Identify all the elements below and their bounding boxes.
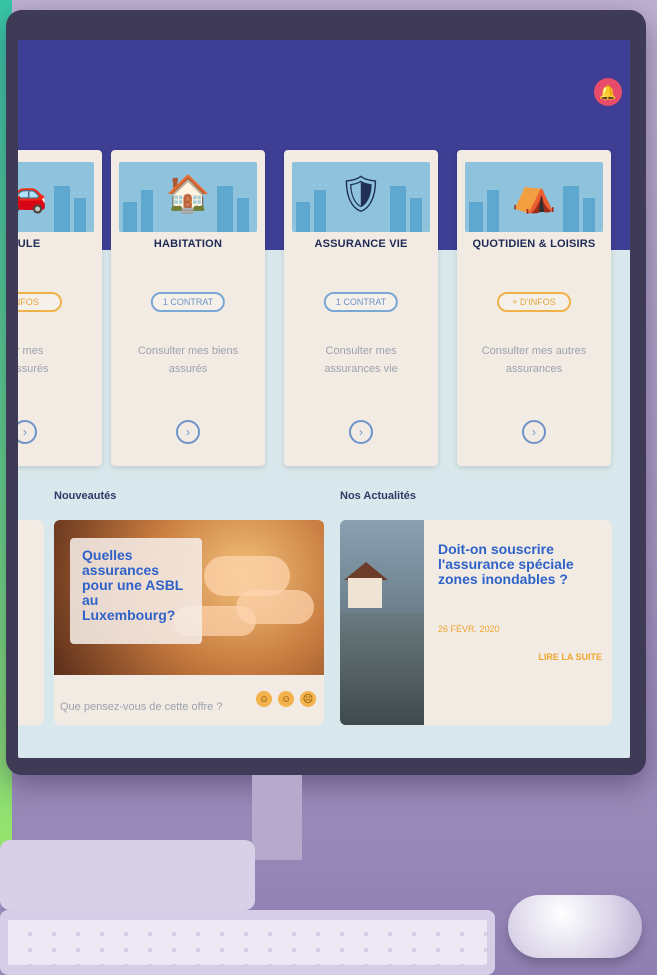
card-description: ter mess assurés (18, 345, 49, 375)
card-title: QUOTIDIEN & LOISIRS (472, 238, 596, 250)
promo-question: Que pensez-vous de cette offre ? (60, 701, 223, 713)
notification-bell-icon[interactable]: 🔔 (594, 78, 622, 106)
card-badge[interactable]: INFOS (18, 292, 62, 312)
keyboard-keys (8, 920, 487, 965)
promo-card[interactable]: Quelles assurances pour une ASBL au Luxe… (54, 520, 324, 725)
promo-caption-box: Quelles assurances pour une ASBL au Luxe… (70, 538, 202, 644)
card-description: Consulter mes biens assurés (137, 345, 239, 375)
mouse (508, 895, 642, 958)
card-assurance-vie[interactable]: 🛡 ASSURANCE VIE 1 CONTRAT Consulter mes a… (284, 150, 438, 466)
face-sad-icon[interactable]: ☹ (300, 691, 316, 707)
news-headline[interactable]: Doit-on souscrire l'assurance spéciale z… (438, 542, 604, 587)
card-habitation[interactable]: 🏠 HABITATION 1 CONTRAT Consulter mes bie… (111, 150, 265, 466)
monitor-stand-base (0, 840, 255, 910)
section-title-nouveautes: Nouveautés (54, 490, 117, 502)
car-icon: 🚗 (18, 173, 48, 214)
card-badge[interactable]: 1 CONTRAT (150, 292, 226, 312)
card-description: Consulter mes assurances vie (324, 345, 398, 375)
section-title-actualites: Nos Actualités (340, 490, 417, 502)
card-title: CULE (18, 238, 41, 250)
screen: 🔔 🚗 CULE INFOS ter mess assurés › 🏠 HABI… (18, 40, 630, 758)
card-title: HABITATION (153, 238, 223, 250)
card-illustration: ⛺ (465, 162, 603, 232)
face-neutral-icon[interactable]: ☺ (278, 691, 294, 707)
chevron-right-icon[interactable]: › (349, 420, 373, 444)
card-badge[interactable]: + D'INFOS (497, 292, 571, 312)
flood-water (340, 613, 424, 725)
house-icon: 🏠 (165, 173, 211, 214)
promo-caption: Quelles assurances pour une ASBL au Luxe… (82, 547, 184, 623)
shield-icon: 🛡 (338, 173, 384, 214)
news-card[interactable]: Doit-on souscrire l'assurance spéciale z… (340, 520, 612, 725)
card-description: Consulter mes autres assurances (481, 345, 587, 375)
card-illustration: 🏠 (119, 162, 257, 232)
card-illustration: 🛡 (292, 162, 430, 232)
tent-icon: ⛺ (511, 173, 557, 214)
keyboard (0, 910, 495, 975)
card-vehicule[interactable]: 🚗 CULE INFOS ter mess assurés › (18, 150, 102, 466)
read-more-link[interactable]: LIRE LA SUITE (538, 652, 602, 662)
partial-card (18, 520, 44, 725)
face-happy-icon[interactable]: ☺ (256, 691, 272, 707)
monitor-stand-neck (252, 775, 302, 860)
house (348, 578, 382, 608)
chevron-right-icon[interactable]: › (176, 420, 200, 444)
monitor: 🔔 🚗 CULE INFOS ter mess assurés › 🏠 HABI… (6, 10, 646, 775)
chevron-right-icon[interactable]: › (18, 420, 37, 444)
flood-photo (340, 520, 424, 725)
chevron-right-icon[interactable]: › (522, 420, 546, 444)
news-date: 26 FÉVR. 2020 (438, 624, 500, 634)
card-title: ASSURANCE VIE (314, 238, 408, 250)
card-badge[interactable]: 1 CONTRAT (323, 292, 399, 312)
card-illustration: 🚗 (18, 162, 94, 232)
rating-faces[interactable]: ☺ ☺ ☹ (256, 691, 316, 707)
card-quotidien-loisirs[interactable]: ⛺ QUOTIDIEN & LOISIRS + D'INFOS Consulte… (457, 150, 611, 466)
